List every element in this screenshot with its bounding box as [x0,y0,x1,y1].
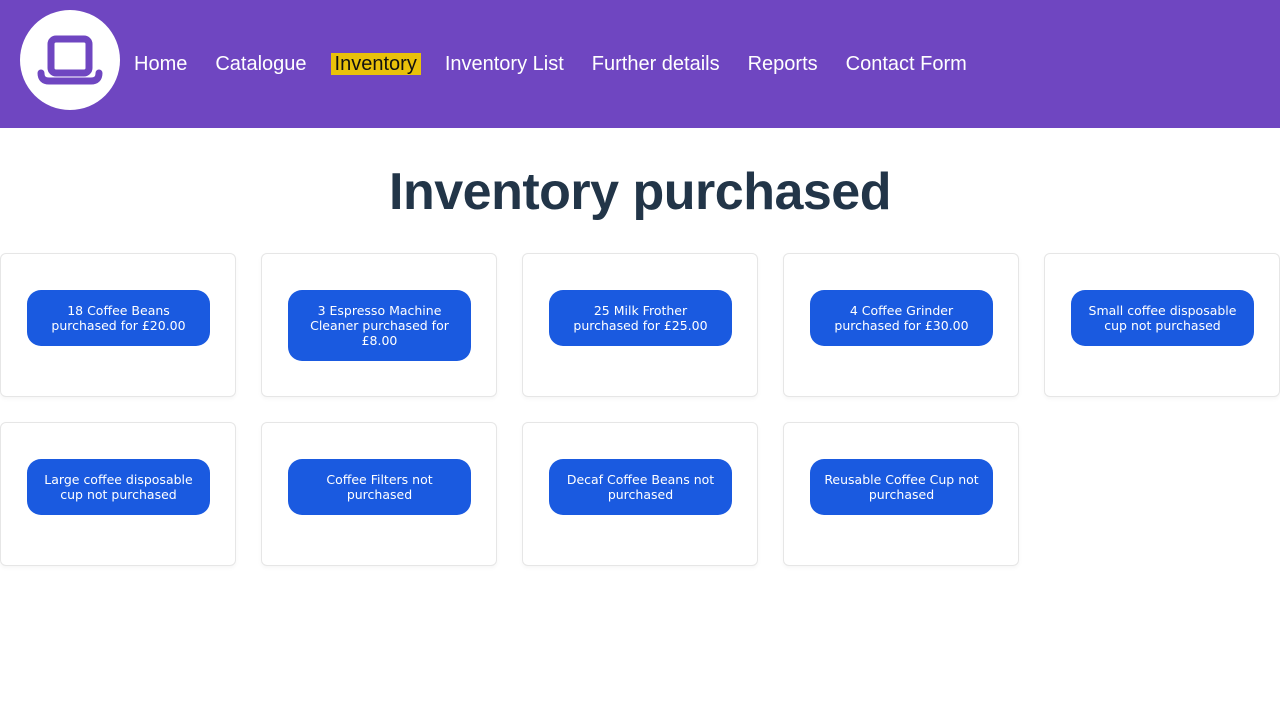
inventory-item-button[interactable]: Small coffee disposable cup not purchase… [1071,290,1254,346]
nav-catalogue[interactable]: Catalogue [215,53,306,75]
inventory-item-button[interactable]: 3 Espresso Machine Cleaner purchased for… [288,290,471,361]
inventory-card: 18 Coffee Beans purchased for £20.00 [0,253,236,397]
inventory-card: 25 Milk Frother purchased for £25.00 [522,253,758,397]
nav-home[interactable]: Home [134,53,187,75]
inventory-item-button[interactable]: Large coffee disposable cup not purchase… [27,459,210,515]
inventory-card: 4 Coffee Grinder purchased for £30.00 [783,253,1019,397]
inventory-card: Reusable Coffee Cup not purchased [783,422,1019,566]
inventory-item-button[interactable]: Reusable Coffee Cup not purchased [810,459,993,515]
inventory-card: Small coffee disposable cup not purchase… [1044,253,1280,397]
site-header: Home Catalogue Inventory Inventory List … [0,0,1280,128]
nav-inventory[interactable]: Inventory [330,53,421,75]
nav-further-details[interactable]: Further details [592,53,720,75]
logo[interactable] [20,10,120,110]
inventory-card: Large coffee disposable cup not purchase… [0,422,236,566]
nav-contact-form[interactable]: Contact Form [846,53,967,75]
inventory-item-button[interactable]: 4 Coffee Grinder purchased for £30.00 [810,290,993,346]
inventory-item-button[interactable]: 25 Milk Frother purchased for £25.00 [549,290,732,346]
main-nav: Home Catalogue Inventory Inventory List … [134,53,995,75]
inventory-item-button[interactable]: Decaf Coffee Beans not purchased [549,459,732,515]
inventory-card: Coffee Filters not purchased [261,422,497,566]
page-title: Inventory purchased [389,163,891,221]
top-hat-icon [37,35,103,85]
inventory-item-button[interactable]: 18 Coffee Beans purchased for £20.00 [27,290,210,346]
inventory-card: Decaf Coffee Beans not purchased [522,422,758,566]
inventory-grid: 18 Coffee Beans purchased for £20.00 3 E… [0,253,1280,566]
nav-reports[interactable]: Reports [748,53,818,75]
inventory-item-button[interactable]: Coffee Filters not purchased [288,459,471,515]
inventory-card: 3 Espresso Machine Cleaner purchased for… [261,253,497,397]
nav-inventory-list[interactable]: Inventory List [445,53,564,75]
